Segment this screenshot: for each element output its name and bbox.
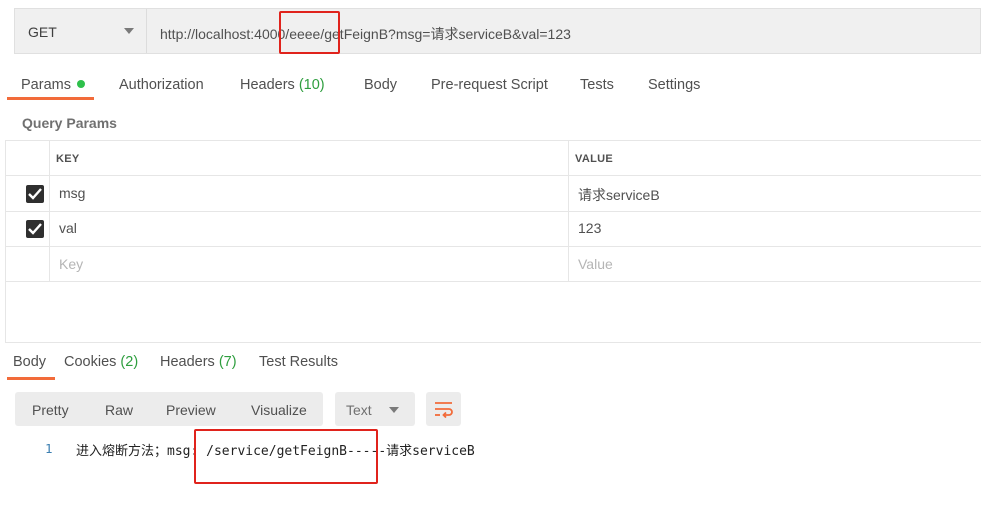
active-tab-indicator bbox=[7, 97, 94, 100]
tab-label: Tests bbox=[580, 77, 614, 93]
active-params-dot-icon bbox=[76, 80, 85, 88]
chevron-down-icon bbox=[389, 407, 399, 413]
tab-count: (2) bbox=[120, 354, 139, 370]
line-number: 1 bbox=[45, 441, 53, 456]
table-divider bbox=[568, 140, 569, 282]
request-url-bar: GET http://localhost:4000/eeee/getFeignB… bbox=[14, 8, 981, 54]
table-divider bbox=[5, 211, 981, 212]
tab-headers[interactable]: Headers (10) bbox=[240, 77, 325, 93]
response-tab-body[interactable]: Body bbox=[13, 354, 46, 370]
active-tab-indicator bbox=[7, 377, 55, 380]
tab-count: (7) bbox=[218, 354, 237, 370]
tab-tests[interactable]: Tests bbox=[580, 77, 614, 93]
tab-label: Test Results bbox=[259, 354, 338, 370]
table-divider bbox=[5, 140, 6, 342]
tab-authorization[interactable]: Authorization bbox=[119, 77, 204, 93]
param-value-cell[interactable]: 123 bbox=[578, 220, 601, 236]
tab-count: (10) bbox=[298, 77, 325, 93]
table-divider bbox=[5, 246, 981, 247]
highlight-box-response-path bbox=[194, 429, 378, 484]
table-divider bbox=[5, 281, 981, 282]
tab-label: Pre-request Script bbox=[431, 77, 548, 93]
checkmark-icon bbox=[28, 188, 42, 200]
table-divider bbox=[5, 175, 981, 176]
param-checkbox[interactable] bbox=[26, 185, 44, 203]
tab-params[interactable]: Params bbox=[21, 77, 85, 93]
new-key-input[interactable]: Key bbox=[59, 256, 83, 272]
column-header-key: KEY bbox=[56, 153, 80, 165]
tab-label: Body bbox=[364, 77, 398, 93]
view-preview-button[interactable]: Preview bbox=[166, 402, 216, 418]
url-input[interactable]: http://localhost:4000/eeee/getFeignB?msg… bbox=[160, 24, 571, 44]
highlight-box-url-path bbox=[279, 11, 340, 54]
tab-label: Authorization bbox=[119, 77, 204, 93]
tab-label: Headers bbox=[160, 354, 215, 370]
tab-pre-request-script[interactable]: Pre-request Script bbox=[431, 77, 548, 93]
chevron-down-icon bbox=[124, 28, 134, 34]
tab-label: Headers bbox=[240, 77, 295, 93]
new-value-input[interactable]: Value bbox=[578, 256, 613, 272]
param-key-cell[interactable]: val bbox=[59, 220, 77, 236]
query-params-title: Query Params bbox=[22, 115, 117, 131]
view-visualize-button[interactable]: Visualize bbox=[251, 402, 307, 418]
table-divider bbox=[5, 140, 981, 141]
response-tab-cookies[interactable]: Cookies (2) bbox=[64, 354, 138, 370]
section-divider bbox=[5, 342, 981, 343]
wrap-lines-button[interactable] bbox=[426, 392, 461, 426]
param-key-cell[interactable]: msg bbox=[59, 185, 85, 201]
tab-label: Params bbox=[21, 77, 71, 93]
view-mode-group: Pretty Raw Preview Visualize bbox=[15, 392, 323, 426]
wrap-lines-icon bbox=[435, 402, 453, 418]
format-label: Text bbox=[346, 402, 372, 418]
table-divider bbox=[49, 140, 50, 282]
param-checkbox[interactable] bbox=[26, 220, 44, 238]
tab-body[interactable]: Body bbox=[364, 77, 397, 93]
checkmark-icon bbox=[28, 223, 42, 235]
response-tab-test-results[interactable]: Test Results bbox=[259, 354, 338, 370]
view-pretty-button[interactable]: Pretty bbox=[32, 402, 69, 418]
tab-label: Settings bbox=[648, 77, 701, 93]
format-select[interactable]: Text bbox=[335, 392, 415, 426]
column-header-value: VALUE bbox=[575, 153, 613, 165]
tab-settings[interactable]: Settings bbox=[648, 77, 700, 93]
method-label: GET bbox=[28, 24, 57, 40]
tab-label: Cookies bbox=[64, 354, 117, 370]
param-value-cell[interactable]: 请求serviceB bbox=[578, 185, 660, 205]
view-raw-button[interactable]: Raw bbox=[105, 402, 133, 418]
response-tab-headers[interactable]: Headers (7) bbox=[160, 354, 237, 370]
method-select[interactable]: GET bbox=[15, 9, 147, 53]
tab-label: Body bbox=[13, 354, 47, 370]
